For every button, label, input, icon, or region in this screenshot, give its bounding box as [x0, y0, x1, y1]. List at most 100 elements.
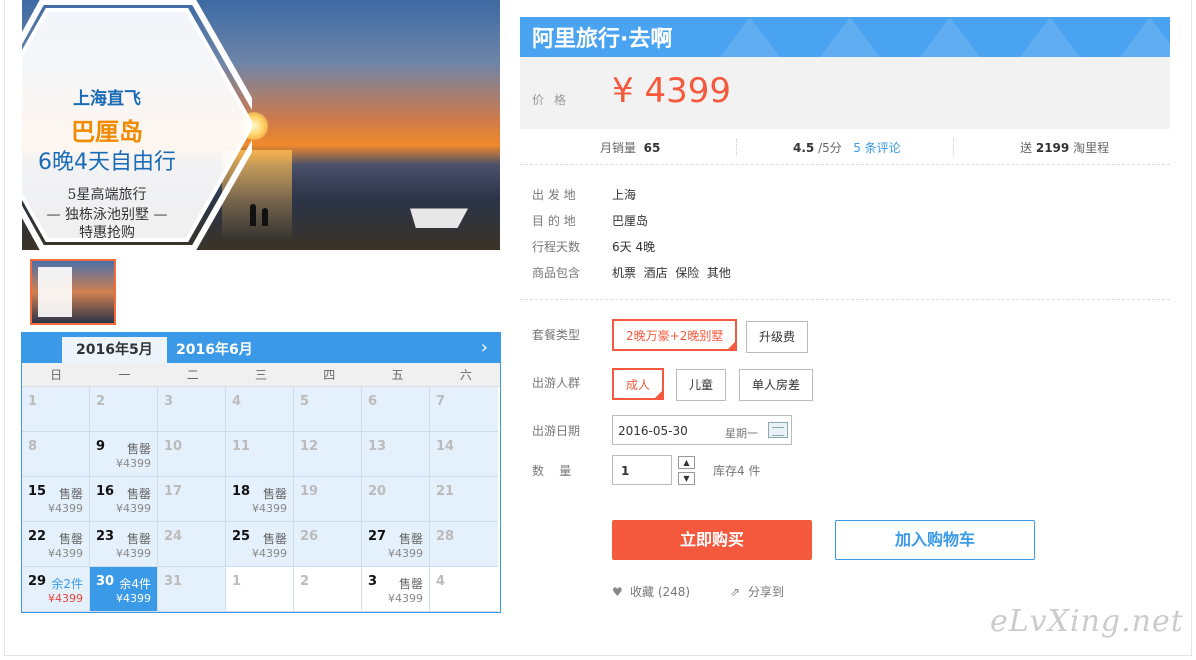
day-number: 30	[96, 574, 115, 589]
date-input[interactable]: 2016-05-30 星期一	[612, 415, 792, 445]
add-to-cart-button[interactable]: 加入购物车	[835, 520, 1035, 560]
day-number: 2	[300, 574, 310, 589]
tab-month-june[interactable]: 2016年6月	[162, 337, 267, 363]
day-price: ¥4399	[48, 592, 83, 605]
day-number: 1	[232, 574, 242, 589]
calendar-day[interactable]: 15 售罄 ¥4399	[22, 477, 90, 522]
calendar-day[interactable]: 16 售罄 ¥4399	[90, 477, 158, 522]
quantity-input[interactable]: 1	[612, 455, 672, 485]
calendar-day: 2	[90, 387, 158, 432]
day-number: 24	[164, 529, 183, 544]
weekday-row: 日一二三四五六	[22, 363, 500, 387]
hero-line-3: 6晚4天自由行	[38, 150, 176, 175]
day-number: 14	[436, 439, 455, 454]
tab-month-may[interactable]: 2016年5月	[62, 337, 167, 363]
price-value: ¥ 4399	[612, 71, 731, 111]
monthly-sales: 月销量 65	[600, 141, 661, 155]
day-status: 售罄	[126, 487, 151, 501]
day-number: 15	[28, 484, 47, 499]
package-option-selected[interactable]: 2晚万豪+2晚别墅	[612, 319, 738, 351]
calendar-day: 8	[22, 432, 90, 477]
calendar-day[interactable]: 30 余4件 ¥4399	[90, 567, 158, 612]
day-number: 19	[300, 484, 319, 499]
calendar-day: 24	[158, 522, 226, 567]
chevron-right-icon[interactable]: ›	[481, 337, 488, 358]
calendar-day: 10	[158, 432, 226, 477]
buy-now-button[interactable]: 立即购买	[612, 520, 812, 560]
day-number: 2	[96, 394, 106, 409]
date-weekday: 星期一	[725, 427, 758, 440]
weekday-label: 二	[186, 368, 199, 382]
quantity-up-icon[interactable]: ▲	[678, 456, 695, 469]
info-destination: 目 的 地巴厘岛	[532, 214, 649, 228]
hero-line-1: 上海直飞	[73, 89, 141, 109]
day-number: 10	[164, 439, 183, 454]
day-status: 余2件	[51, 577, 83, 591]
calendar-day: 28	[430, 522, 498, 567]
day-number: 7	[436, 394, 446, 409]
day-number: 20	[368, 484, 387, 499]
stock-text: 库存4 件	[713, 464, 761, 478]
info-duration: 行程天数 6天 4晚	[532, 240, 656, 254]
day-status: 售罄	[58, 487, 83, 501]
calendar-day[interactable]: 23 售罄 ¥4399	[90, 522, 158, 567]
calendar-icon[interactable]	[768, 422, 788, 438]
price-box: 价格 ¥ 4399	[520, 57, 1170, 129]
day-status: 售罄	[58, 532, 83, 546]
share-icon: ⇗	[730, 585, 741, 599]
points: 送 2199 淘里程	[1020, 141, 1110, 155]
calendar-day: 14	[430, 432, 498, 477]
calendar-day[interactable]: 22 售罄 ¥4399	[22, 522, 90, 567]
day-number: 27	[368, 529, 387, 544]
calendar-day: 21	[430, 477, 498, 522]
calendar-day[interactable]: 27 售罄 ¥4399	[362, 522, 430, 567]
calendar-day[interactable]: 3 售罄 ¥4399	[362, 567, 430, 612]
day-number: 26	[300, 529, 319, 544]
day-number: 21	[436, 484, 455, 499]
day-number: 16	[96, 484, 115, 499]
weekday-label: 日	[50, 368, 63, 382]
weekday-label: 五	[391, 368, 404, 382]
calendar-day: 5	[294, 387, 362, 432]
hero-line-4: 5星高端旅行	[67, 187, 147, 203]
weekday-label: 四	[323, 368, 336, 382]
day-number: 12	[300, 439, 319, 454]
heart-icon: ♥	[612, 585, 623, 599]
day-number: 1	[28, 394, 38, 409]
calendar-day[interactable]: 18 售罄 ¥4399	[226, 477, 294, 522]
quantity-down-icon[interactable]: ▼	[678, 472, 695, 485]
day-price: ¥4399	[388, 547, 423, 560]
reviews-link[interactable]: 5 条评论	[853, 141, 900, 155]
day-price: ¥4399	[116, 592, 151, 605]
calendar-day: 1	[226, 567, 294, 612]
divider	[520, 299, 1170, 300]
watermark: eLvXing.net	[990, 604, 1184, 639]
boat-graphic	[410, 208, 468, 228]
calendar-day[interactable]: 29 余2件 ¥4399	[22, 567, 90, 612]
day-price: ¥4399	[48, 502, 83, 515]
calendar-day[interactable]: 25 售罄 ¥4399	[226, 522, 294, 567]
calendar-day: 12	[294, 432, 362, 477]
people-label: 出游人群	[532, 376, 581, 390]
calendar-day[interactable]: 9 售罄 ¥4399	[90, 432, 158, 477]
day-number: 13	[368, 439, 387, 454]
thumbnail[interactable]	[30, 259, 116, 325]
hero-text: 上海直飞 巴厘岛 6晚4天自由行 5星高端旅行 — 独栋泳池别墅 — 特惠抢购	[22, 0, 222, 250]
people-option-single-room[interactable]: 单人房差	[739, 369, 814, 401]
calendar-header: 2016年5月 2016年6月 ›	[22, 333, 500, 363]
share-button[interactable]: ⇗ 分享到	[730, 583, 784, 600]
qty-label: 数 量	[532, 464, 572, 478]
calendar-day: 2	[294, 567, 362, 612]
info-departure: 出 发 地上海	[532, 188, 637, 202]
day-price: ¥4399	[252, 547, 287, 560]
day-number: 4	[232, 394, 242, 409]
day-number: 23	[96, 529, 115, 544]
day-number: 3	[368, 574, 378, 589]
stats-bar: 月销量 65 4.5 /5分 5 条评论 送 2199 淘里程	[520, 129, 1170, 165]
people-option-adult[interactable]: 成人	[612, 368, 665, 400]
package-option-upgrade[interactable]: 升级费	[746, 321, 809, 353]
calendar-day: 31	[158, 567, 226, 612]
favorite-button[interactable]: ♥ 收藏 (248)	[612, 583, 690, 600]
people-option-child[interactable]: 儿童	[676, 369, 727, 401]
day-status: 售罄	[126, 442, 151, 456]
